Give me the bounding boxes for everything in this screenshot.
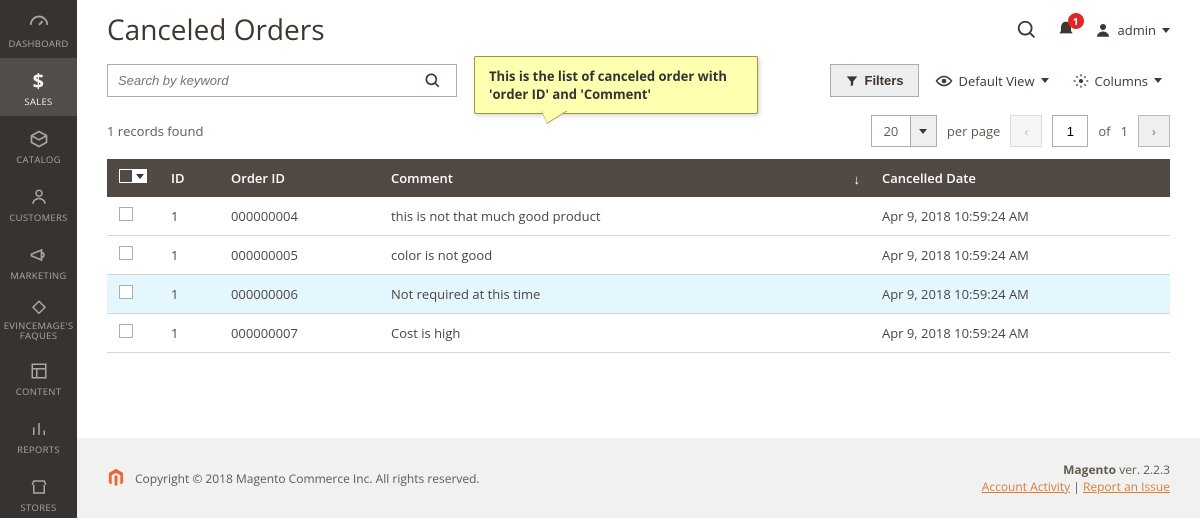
next-page-button[interactable]: › bbox=[1138, 115, 1170, 147]
cell-order-id: 000000007 bbox=[219, 314, 379, 353]
cell-comment: this is not that much good product bbox=[379, 197, 870, 236]
sidebar-item-label: MARKETING bbox=[10, 271, 66, 281]
sort-arrow-icon: ↓ bbox=[854, 170, 861, 188]
footer: Copyright © 2018 Magento Commerce Inc. A… bbox=[77, 438, 1200, 518]
gauge-icon bbox=[27, 11, 51, 35]
notification-icon[interactable]: 1 bbox=[1056, 19, 1076, 41]
col-comment[interactable]: Comment↓ bbox=[379, 159, 870, 197]
sidebar-item-sales[interactable]: $ SALES bbox=[0, 58, 77, 116]
page-size-dropdown[interactable] bbox=[911, 115, 937, 147]
sidebar-item-stores[interactable]: STORES bbox=[0, 464, 77, 522]
sidebar-item-label: CATALOG bbox=[16, 155, 61, 165]
default-view-dropdown[interactable]: Default View bbox=[927, 72, 1057, 90]
sidebar-item-label: STORES bbox=[21, 503, 57, 513]
sidebar-item-label: EVINCEMAGE'S FAQUES bbox=[4, 321, 74, 342]
columns-label: Columns bbox=[1095, 72, 1148, 90]
caret-down-icon bbox=[1041, 78, 1049, 83]
callout-text: This is the list of canceled order with … bbox=[489, 67, 727, 103]
orders-table: ID Order ID Comment↓ Cancelled Date 1000… bbox=[107, 159, 1170, 353]
user-menu[interactable]: admin bbox=[1094, 21, 1170, 39]
page-title: Canceled Orders bbox=[107, 11, 325, 49]
caret-down-icon bbox=[1162, 28, 1170, 33]
sidebar-item-label: REPORTS bbox=[17, 445, 60, 455]
dollar-icon: $ bbox=[27, 69, 51, 93]
sidebar: DASHBOARD $ SALES CATALOG CUSTOMERS MARK… bbox=[0, 0, 77, 518]
cell-order-id: 000000006 bbox=[219, 275, 379, 314]
bar-chart-icon bbox=[27, 417, 51, 441]
sidebar-item-content[interactable]: CONTENT bbox=[0, 348, 77, 406]
caret-down-icon bbox=[919, 129, 927, 134]
search-icon[interactable] bbox=[1016, 19, 1038, 41]
sidebar-item-reports[interactable]: REPORTS bbox=[0, 406, 77, 464]
col-cancelled-date[interactable]: Cancelled Date bbox=[870, 159, 1170, 197]
search-button[interactable] bbox=[423, 66, 453, 95]
cell-comment: Not required at this time bbox=[379, 275, 870, 314]
table-row[interactable]: 1000000005color is not goodApr 9, 2018 1… bbox=[107, 236, 1170, 275]
account-activity-link[interactable]: Account Activity bbox=[982, 478, 1070, 495]
default-view-label: Default View bbox=[959, 72, 1035, 90]
search-input[interactable] bbox=[107, 64, 457, 97]
caret-down-icon bbox=[1154, 78, 1162, 83]
box-icon bbox=[27, 127, 51, 151]
sidebar-item-label: CONTENT bbox=[16, 387, 62, 397]
cell-id: 1 bbox=[159, 275, 219, 314]
user-label: admin bbox=[1118, 21, 1156, 39]
cell-id: 1 bbox=[159, 236, 219, 275]
row-checkbox[interactable] bbox=[119, 246, 133, 260]
row-checkbox[interactable] bbox=[119, 324, 133, 338]
per-page-label: per page bbox=[947, 122, 1000, 140]
col-order-id[interactable]: Order ID bbox=[219, 159, 379, 197]
sidebar-item-catalog[interactable]: CATALOG bbox=[0, 116, 77, 174]
cell-cancelled-date: Apr 9, 2018 10:59:24 AM bbox=[870, 236, 1170, 275]
sidebar-item-marketing[interactable]: MARKETING bbox=[0, 232, 77, 290]
sidebar-item-label: DASHBOARD bbox=[8, 39, 68, 49]
gear-icon bbox=[1073, 73, 1089, 89]
cell-cancelled-date: Apr 9, 2018 10:59:24 AM bbox=[870, 275, 1170, 314]
table-row[interactable]: 1000000004this is not that much good pro… bbox=[107, 197, 1170, 236]
cell-comment: color is not good bbox=[379, 236, 870, 275]
person-icon bbox=[27, 185, 51, 209]
layout-icon bbox=[27, 359, 51, 383]
columns-dropdown[interactable]: Columns bbox=[1065, 72, 1170, 90]
sidebar-item-label: CUSTOMERS bbox=[9, 213, 67, 223]
row-checkbox[interactable] bbox=[119, 285, 133, 299]
page-size-value: 20 bbox=[871, 115, 911, 147]
diamond-icon bbox=[27, 299, 51, 317]
select-all-checkbox[interactable] bbox=[119, 169, 147, 183]
cell-order-id: 000000004 bbox=[219, 197, 379, 236]
footer-brand: Magento bbox=[1063, 461, 1116, 478]
table-row[interactable]: 1000000006Not required at this timeApr 9… bbox=[107, 275, 1170, 314]
records-found: 1 records found bbox=[107, 122, 203, 140]
page-input[interactable] bbox=[1052, 115, 1088, 147]
cell-order-id: 000000005 bbox=[219, 236, 379, 275]
notification-badge: 1 bbox=[1068, 13, 1084, 29]
annotation-callout: This is the list of canceled order with … bbox=[474, 56, 758, 114]
magento-logo-icon bbox=[107, 468, 125, 488]
sidebar-item-evincemage[interactable]: EVINCEMAGE'S FAQUES bbox=[0, 290, 77, 348]
of-label: of bbox=[1098, 122, 1110, 140]
col-id[interactable]: ID bbox=[159, 159, 219, 197]
report-issue-link[interactable]: Report an Issue bbox=[1083, 478, 1170, 495]
sidebar-item-customers[interactable]: CUSTOMERS bbox=[0, 174, 77, 232]
row-checkbox[interactable] bbox=[119, 207, 133, 221]
cell-cancelled-date: Apr 9, 2018 10:59:24 AM bbox=[870, 314, 1170, 353]
footer-version: ver. 2.2.3 bbox=[1116, 461, 1170, 478]
table-row[interactable]: 1000000007Cost is highApr 9, 2018 10:59:… bbox=[107, 314, 1170, 353]
filters-label: Filters bbox=[865, 73, 904, 88]
eye-icon bbox=[935, 75, 953, 87]
sidebar-item-label: SALES bbox=[24, 97, 52, 107]
filters-button[interactable]: Filters bbox=[830, 64, 919, 97]
store-icon bbox=[27, 475, 51, 499]
cell-comment: Cost is high bbox=[379, 314, 870, 353]
prev-page-button[interactable]: ‹ bbox=[1010, 115, 1042, 147]
cell-id: 1 bbox=[159, 314, 219, 353]
total-pages: 1 bbox=[1121, 122, 1128, 140]
footer-copyright: Copyright © 2018 Magento Commerce Inc. A… bbox=[135, 470, 480, 487]
sidebar-item-dashboard[interactable]: DASHBOARD bbox=[0, 0, 77, 58]
megaphone-icon bbox=[27, 243, 51, 267]
funnel-icon bbox=[845, 74, 859, 88]
cell-cancelled-date: Apr 9, 2018 10:59:24 AM bbox=[870, 197, 1170, 236]
cell-id: 1 bbox=[159, 197, 219, 236]
